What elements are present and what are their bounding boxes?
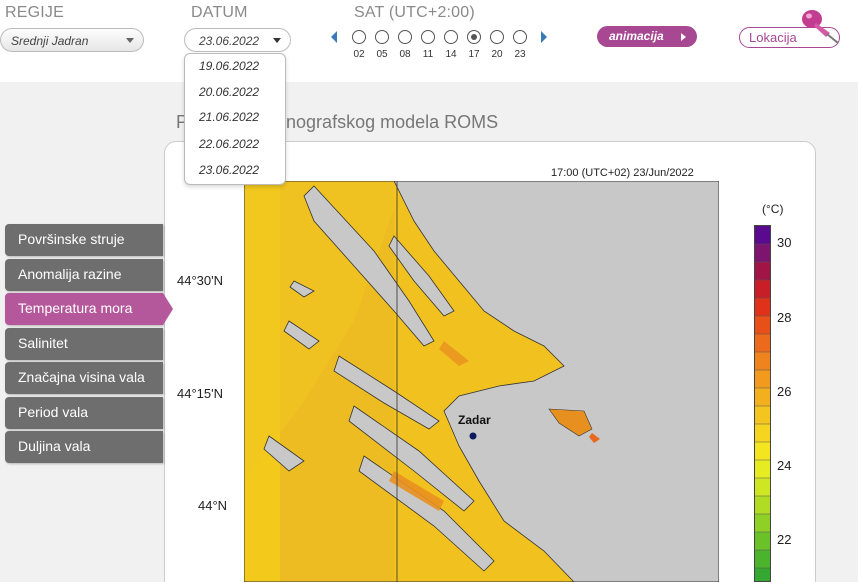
hour-label: 14 — [445, 49, 457, 60]
colorbar-tick-label: 22 — [777, 532, 792, 547]
sidebar-item-salinity[interactable]: Salinitet — [5, 328, 163, 360]
sidebar-item-label: Duljina vala — [18, 438, 91, 454]
date-select[interactable]: 23.06.2022 — [184, 28, 291, 52]
time-label: SAT (UTC+2:00) — [354, 4, 475, 21]
sidebar-item-label: Anomalija razine — [18, 266, 122, 282]
date-option[interactable]: 19.06.2022 — [199, 59, 259, 73]
colorbar-tick-label: 24 — [777, 458, 792, 473]
animation-button-label: animacija — [609, 29, 664, 43]
hour-label: 17 — [468, 49, 480, 60]
date-select-value: 23.06.2022 — [199, 34, 260, 48]
play-arrow-icon — [681, 33, 686, 41]
page-title-rest: anografskog modela ROMS — [276, 112, 499, 132]
region-select[interactable]: Srednji Jadran — [0, 28, 144, 52]
sidebar-item-sea-temperature[interactable]: Temperatura mora — [5, 293, 173, 325]
location-button-label: Lokacija — [749, 30, 797, 45]
hour-label: 20 — [491, 49, 503, 60]
colorbar-unit: (°C) — [762, 202, 784, 216]
hour-label: 08 — [399, 49, 411, 60]
city-label-zadar: Zadar — [458, 413, 491, 427]
sidebar-item-label: Površinske struje — [18, 231, 125, 247]
date-option[interactable]: 21.06.2022 — [199, 110, 259, 124]
latitude-label: 44°30'N — [177, 273, 223, 288]
hour-radio-02[interactable] — [352, 30, 366, 44]
sea-temperature-map: Zadar — [244, 181, 719, 582]
region-label: REGIJE — [5, 4, 64, 21]
hour-radio-08[interactable] — [398, 30, 412, 44]
sidebar-item-label: Period vala — [18, 404, 89, 420]
colorbar-tick-label: 28 — [777, 310, 792, 325]
chevron-down-icon — [273, 38, 281, 43]
animation-button[interactable]: animacija — [597, 26, 697, 47]
colorbar-tick-label: 30 — [777, 235, 792, 250]
hour-radio-05[interactable] — [375, 30, 389, 44]
previous-hour-icon[interactable] — [331, 31, 337, 43]
hour-radio-23[interactable] — [513, 30, 527, 44]
hour-label: 02 — [353, 49, 365, 60]
latitude-label: 44°15'N — [177, 386, 223, 401]
hour-radio-20[interactable] — [490, 30, 504, 44]
date-option[interactable]: 23.06.2022 — [199, 163, 259, 177]
date-option[interactable]: 22.06.2022 — [199, 137, 259, 151]
chevron-down-icon — [126, 38, 134, 43]
hour-label: 11 — [422, 49, 434, 60]
region-select-value: Srednji Jadran — [11, 34, 89, 48]
top-toolbar: REGIJE Srednji Jadran DATUM 23.06.2022 S… — [0, 0, 858, 82]
map-pin-icon — [802, 10, 839, 44]
hour-radio-14[interactable] — [444, 30, 458, 44]
date-dropdown-list: 19.06.2022 20.06.2022 21.06.2022 22.06.2… — [184, 53, 286, 185]
sidebar-item-label: Salinitet — [18, 335, 68, 351]
sidebar-item-wave-height[interactable]: Značajna visina vala — [5, 362, 163, 394]
sidebar-item-wave-length[interactable]: Duljina vala — [5, 431, 163, 463]
date-label: DATUM — [191, 4, 248, 21]
hour-radio-17[interactable] — [467, 30, 481, 44]
latitude-label: 44°N — [198, 498, 228, 513]
next-hour-icon[interactable] — [541, 31, 547, 43]
hour-radio-11[interactable] — [421, 30, 435, 44]
date-option[interactable]: 20.06.2022 — [199, 85, 259, 99]
sidebar-item-label: Značajna visina vala — [18, 369, 145, 385]
sidebar-item-wave-period[interactable]: Period vala — [5, 397, 163, 429]
sidebar-item-surface-currents[interactable]: Površinske struje — [5, 224, 163, 256]
hour-label: 05 — [376, 49, 388, 60]
sidebar-item-label: Temperatura mora — [18, 300, 133, 316]
sidebar-item-sea-level-anomaly[interactable]: Anomalija razine — [5, 259, 163, 291]
temperature-colorbar — [754, 225, 771, 582]
hour-label: 23 — [514, 49, 526, 60]
map-timestamp: 17:00 (UTC+02) 23/Jun/2022 — [551, 167, 694, 179]
colorbar-tick-label: 26 — [777, 384, 792, 399]
